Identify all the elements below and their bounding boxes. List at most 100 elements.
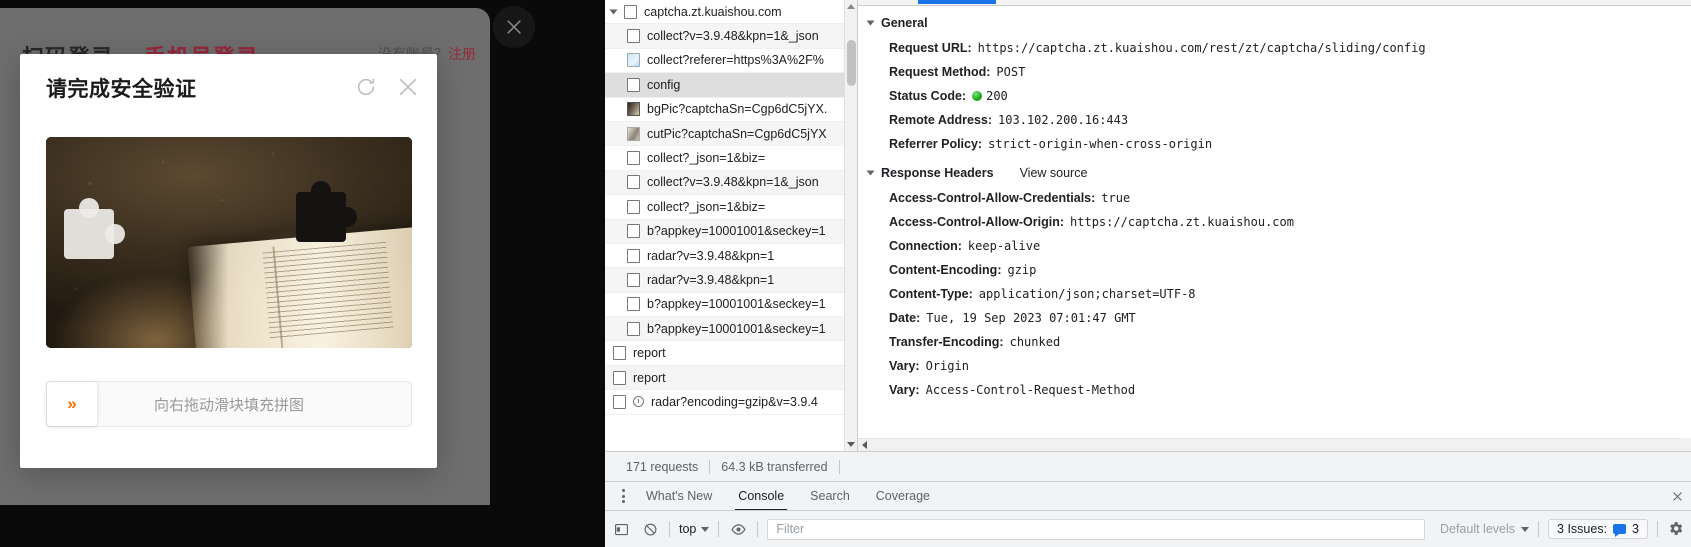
- header-key: Status Code:: [889, 88, 967, 103]
- document-icon: [613, 346, 626, 361]
- drawer-close-button[interactable]: [1672, 489, 1683, 505]
- request-name: b?appkey=10001001&seckey=1: [647, 321, 826, 336]
- network-request-row[interactable]: collect?_json=1&biz=: [605, 146, 844, 171]
- network-request-row[interactable]: report: [605, 341, 844, 366]
- header-row: Referrer Policy: strict-origin-when-cross…: [858, 132, 1691, 156]
- scrollbar-corner: [1678, 438, 1691, 451]
- console-toolbar: top Filter Default levels 3 Issues: 3: [605, 510, 1691, 547]
- puzzle-book-text-lines: [261, 241, 394, 341]
- document-icon: [613, 394, 626, 409]
- network-request-row[interactable]: collect?v=3.9.48&kpn=1&_json: [605, 24, 844, 49]
- toolbar-divider: [669, 521, 670, 537]
- live-expression-button[interactable]: [728, 519, 748, 539]
- close-icon: [1673, 492, 1682, 501]
- request-name: radar?encoding=gzip&v=3.9.4: [651, 394, 818, 409]
- request-name: radar?v=3.9.48&kpn=1: [647, 248, 775, 263]
- tab-coverage[interactable]: Coverage: [863, 482, 943, 511]
- header-row: Content-Type: application/json;charset=UT…: [858, 282, 1691, 306]
- status-ok-icon: [972, 90, 983, 101]
- scrollbar-thumb[interactable]: [847, 40, 856, 86]
- document-icon: [627, 29, 640, 44]
- header-value: 103.102.200.16:443: [998, 112, 1129, 127]
- general-section-header[interactable]: General: [858, 12, 1691, 36]
- network-request-list[interactable]: captcha.zt.kuaishou.com collect?v=3.9.48&…: [605, 0, 858, 451]
- browser-page-area: 扫码登录 手机号登录 没有账号？注册 请完成安全验证: [0, 0, 605, 547]
- network-request-row[interactable]: captcha.zt.kuaishou.com: [605, 0, 844, 25]
- clear-console-button[interactable]: [640, 519, 660, 539]
- network-request-row[interactable]: radar?encoding=gzip&v=3.9.4: [605, 390, 844, 415]
- network-summary-left: 171 requests 64.3 kB transferred: [615, 459, 868, 474]
- tab-console[interactable]: Console: [725, 482, 797, 511]
- network-request-row[interactable]: radar?v=3.9.48&kpn=1: [605, 244, 844, 269]
- header-value: POST: [996, 64, 1026, 79]
- captcha-refresh-button[interactable]: [355, 76, 377, 98]
- response-headers-section-header[interactable]: Response Headers View source: [858, 162, 1691, 186]
- more-options-icon[interactable]: [613, 489, 633, 503]
- summary-divider-2: [838, 459, 840, 474]
- document-icon: [613, 370, 626, 385]
- chevron-left-icon: [862, 441, 867, 449]
- overlay-close-button[interactable]: [493, 6, 535, 48]
- sidebar-toggle-icon: [614, 523, 628, 535]
- view-source-link[interactable]: View source: [1020, 166, 1088, 180]
- chevron-down-icon[interactable]: [609, 9, 618, 15]
- header-value: Tue, 19 Sep 2023 07:01:47 GMT: [926, 310, 1136, 325]
- request-list-scrollbar[interactable]: [844, 0, 857, 451]
- network-request-row[interactable]: cutPic?captchaSn=Cgp6dC5jYX: [605, 121, 844, 147]
- register-link[interactable]: 注册: [448, 46, 476, 62]
- execution-context-selector[interactable]: top: [679, 522, 710, 536]
- header-key: Access-Control-Allow-Origin:: [889, 214, 1065, 229]
- details-tabstrip[interactable]: [858, 0, 1691, 6]
- document-icon: [627, 199, 640, 214]
- network-request-row[interactable]: b?appkey=10001001&seckey=1: [605, 219, 844, 244]
- captcha-dialog: 请完成安全验证 » 向右拖动滑块填充拼图: [20, 54, 437, 468]
- network-request-row[interactable]: collect?v=3.9.48&kpn=1&_json: [605, 170, 844, 196]
- captcha-slider-track[interactable]: » 向右拖动滑块填充拼图: [46, 381, 412, 427]
- tab-search[interactable]: Search: [797, 482, 863, 511]
- tab-whats-new[interactable]: What's New: [633, 482, 725, 511]
- header-value: Origin: [925, 358, 969, 373]
- header-key: Remote Address:: [889, 112, 993, 127]
- toolbar-divider-5: [1657, 521, 1658, 537]
- scroll-down-button[interactable]: [845, 438, 857, 451]
- header-key: Vary:: [889, 382, 920, 397]
- network-request-row[interactable]: b?appkey=10001001&seckey=1: [605, 317, 844, 342]
- request-name: report: [633, 346, 666, 361]
- log-levels-selector[interactable]: Default levels: [1440, 522, 1530, 536]
- header-row: Vary: Origin: [858, 354, 1691, 378]
- chevron-down-icon: [866, 170, 875, 176]
- header-key: Content-Encoding:: [889, 262, 1002, 277]
- request-name: config: [647, 77, 681, 92]
- details-horizontal-scrollbar[interactable]: [858, 438, 1691, 451]
- request-name: cutPic?captchaSn=Cgp6dC5jYX: [647, 126, 827, 141]
- network-request-row[interactable]: config: [605, 73, 844, 98]
- refresh-icon: [357, 78, 375, 96]
- settings-button[interactable]: [1667, 520, 1685, 538]
- header-row: Content-Encoding: gzip: [858, 258, 1691, 282]
- header-row: Date: Tue, 19 Sep 2023 07:01:47 GMT: [858, 306, 1691, 330]
- issues-button[interactable]: 3 Issues: 3: [1548, 519, 1648, 539]
- header-key: Date:: [889, 310, 921, 325]
- network-request-row[interactable]: b?appkey=10001001&seckey=1: [605, 293, 844, 318]
- sidebar-toggle-button[interactable]: [611, 519, 631, 539]
- toolbar-divider-4: [1538, 521, 1540, 537]
- console-filter-input[interactable]: Filter: [767, 518, 1425, 540]
- header-value: keep-alive: [967, 238, 1041, 253]
- header-row: Connection: keep-alive: [858, 234, 1691, 258]
- network-request-row[interactable]: collect?_json=1&biz=: [605, 195, 844, 220]
- request-count: 171 requests: [626, 459, 699, 474]
- network-request-row[interactable]: report: [605, 365, 844, 391]
- request-name: radar?v=3.9.48&kpn=1: [647, 272, 775, 287]
- network-request-row[interactable]: radar?v=3.9.48&kpn=1: [605, 268, 844, 293]
- chevron-down-icon: [1521, 526, 1530, 532]
- captcha-puzzle-image: [46, 137, 412, 348]
- captcha-slider-handle[interactable]: »: [47, 382, 97, 426]
- network-request-row[interactable]: collect?referer=https%3A%2F%: [605, 49, 844, 74]
- document-icon: [627, 248, 640, 263]
- scroll-up-button[interactable]: [845, 0, 857, 13]
- issues-label: 3 Issues:: [1557, 522, 1608, 536]
- header-value: gzip: [1007, 262, 1037, 277]
- network-request-row[interactable]: bgPic?captchaSn=Cgp6dC5jYX.: [605, 98, 844, 122]
- captcha-close-button[interactable]: [397, 76, 419, 98]
- folder-icon: [624, 4, 637, 19]
